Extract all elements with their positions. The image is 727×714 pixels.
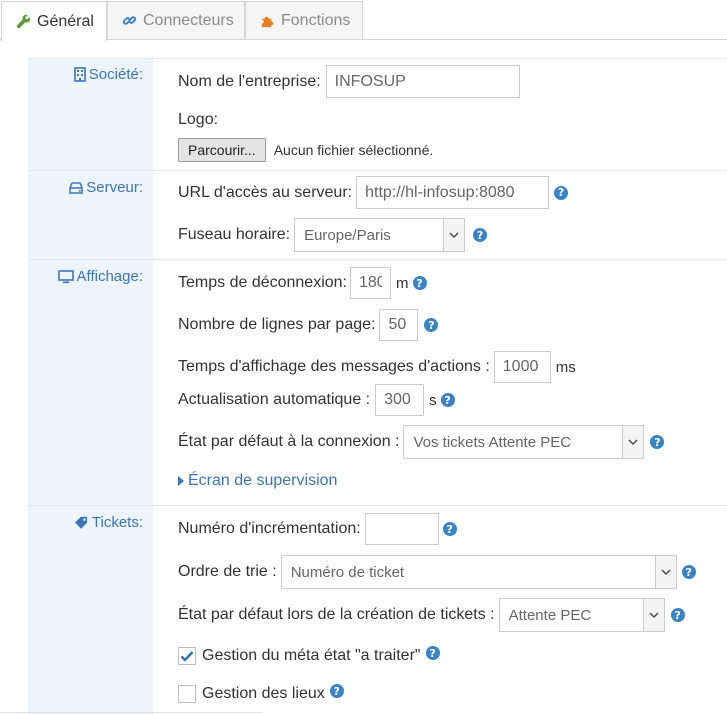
- meta-state-label: Gestion du méta état "a traiter": [202, 647, 421, 664]
- logout-time-label: Temps de déconnexion:: [178, 274, 347, 291]
- message-time-label: Temps d'affichage des messages d'actions…: [178, 358, 490, 375]
- tab-fonctions[interactable]: Fonctions: [245, 1, 363, 39]
- chevron-down-icon: [443, 219, 465, 251]
- auto-refresh-input[interactable]: [375, 384, 425, 416]
- supervision-link-label: Écran de supervision: [188, 472, 338, 489]
- supervision-row: Écran de supervision: [178, 469, 337, 493]
- help-icon[interactable]: ?: [670, 608, 685, 622]
- create-state-label: État par défaut lors de la création de t…: [178, 606, 495, 623]
- chevron-down-icon: [654, 556, 676, 588]
- timezone-row: Fuseau horaire: Europe/Paris ?: [178, 218, 488, 252]
- default-state-row: État par défaut à la connexion : Vos tic…: [178, 425, 665, 459]
- section-label-tickets: Tickets:: [28, 514, 143, 531]
- lines-per-page-label: Nombre de lignes par page:: [178, 316, 376, 333]
- create-state-value: Attente PEC: [508, 606, 592, 624]
- meta-state-row: Gestion du méta état "a traiter" ?: [178, 644, 440, 668]
- default-state-label: État par défaut à la connexion :: [178, 433, 400, 450]
- message-time-unit: ms: [555, 358, 576, 376]
- meta-state-checkbox[interactable]: [178, 647, 196, 665]
- server-url-input[interactable]: [356, 176, 550, 209]
- lines-per-page-input[interactable]: [379, 309, 419, 341]
- sort-order-label: Ordre de trie :: [178, 563, 277, 580]
- help-icon[interactable]: ?: [473, 228, 488, 242]
- server-icon: [69, 181, 84, 194]
- chevron-down-icon: [642, 599, 664, 631]
- auto-refresh-label: Actualisation automatique :: [178, 391, 371, 408]
- browse-button[interactable]: Parcourir...: [178, 138, 266, 162]
- tab-connecteurs[interactable]: Connecteurs: [107, 1, 245, 39]
- tab-underline: [0, 39, 727, 40]
- wrench-icon: [16, 14, 31, 29]
- logo-label: Logo:: [178, 111, 219, 128]
- supervision-link[interactable]: Écran de supervision: [178, 472, 337, 490]
- message-time-row: Temps d'affichage des messages d'actions…: [178, 351, 576, 383]
- default-state-value: Vos tickets Attente PEC: [413, 433, 572, 451]
- timezone-value: Europe/Paris: [304, 226, 391, 244]
- divider: [0, 712, 262, 713]
- increment-input[interactable]: [364, 513, 439, 545]
- company-name-row: Nom de l'entreprise:: [178, 65, 520, 98]
- help-icon[interactable]: ?: [412, 276, 427, 290]
- places-row: Gestion des lieux ?: [178, 682, 344, 706]
- monitor-icon: [57, 269, 74, 284]
- puzzle-icon: [260, 13, 275, 28]
- section-label-affichage: Affichage:: [28, 268, 143, 285]
- increment-row: Numéro d'incrémentation: ?: [178, 513, 457, 545]
- sort-order-row: Ordre de trie : Numéro de ticket ?: [178, 555, 696, 589]
- section-label-societe: Société:: [28, 66, 143, 83]
- logout-time-row: Temps de déconnexion: m ?: [178, 267, 427, 299]
- help-icon[interactable]: ?: [442, 522, 457, 536]
- logo-row: Logo:: [178, 108, 218, 132]
- lines-per-page-row: Nombre de lignes par page: ?: [178, 309, 439, 341]
- company-name-label: Nom de l'entreprise:: [178, 72, 321, 90]
- timezone-select[interactable]: Europe/Paris: [294, 218, 466, 252]
- server-url-label: URL d'accès au serveur:: [178, 183, 353, 201]
- tag-icon: [74, 516, 89, 530]
- default-state-select[interactable]: Vos tickets Attente PEC: [403, 425, 645, 459]
- auto-refresh-row: Actualisation automatique : s ?: [178, 384, 455, 416]
- tab-connecteurs-label: Connecteurs: [143, 11, 234, 29]
- places-checkbox[interactable]: [178, 685, 196, 703]
- logout-time-input[interactable]: [350, 267, 391, 299]
- help-icon[interactable]: ?: [424, 318, 439, 332]
- sort-order-value: Numéro de ticket: [290, 563, 405, 581]
- company-name-input[interactable]: [325, 65, 520, 98]
- sort-order-select[interactable]: Numéro de ticket: [280, 555, 677, 589]
- tab-general[interactable]: Général: [1, 1, 107, 41]
- section-label-serveur: Serveur:: [28, 179, 143, 196]
- no-file-text: Aucun fichier sélectionné.: [273, 142, 434, 158]
- help-icon[interactable]: ?: [425, 646, 440, 660]
- help-icon[interactable]: ?: [329, 684, 344, 698]
- logout-time-unit: m: [396, 274, 409, 292]
- places-label: Gestion des lieux: [202, 685, 325, 702]
- create-state-row: État par défaut lors de la création de t…: [178, 598, 685, 632]
- message-time-input[interactable]: [493, 351, 551, 383]
- logo-upload-row: Parcourir... Aucun fichier sélectionné.: [178, 138, 433, 162]
- increment-label: Numéro d'incrémentation:: [178, 520, 361, 537]
- create-state-select[interactable]: Attente PEC: [498, 598, 665, 632]
- tab-fonctions-label: Fonctions: [281, 11, 351, 29]
- help-icon[interactable]: ?: [554, 185, 569, 200]
- help-icon[interactable]: ?: [440, 393, 455, 407]
- building-icon: [73, 67, 86, 82]
- caret-right-icon: [178, 476, 184, 486]
- chevron-down-icon: [622, 426, 644, 458]
- link-icon: [122, 13, 137, 28]
- tab-general-label: Général: [37, 12, 94, 30]
- timezone-label: Fuseau horaire:: [178, 226, 291, 243]
- check-icon: [180, 651, 194, 662]
- auto-refresh-unit: s: [429, 391, 437, 409]
- tab-bar: Général Connecteurs Fonctions: [0, 0, 727, 41]
- help-icon[interactable]: ?: [650, 435, 665, 449]
- server-url-row: URL d'accès au serveur: ?: [178, 176, 569, 209]
- help-icon[interactable]: ?: [681, 565, 696, 579]
